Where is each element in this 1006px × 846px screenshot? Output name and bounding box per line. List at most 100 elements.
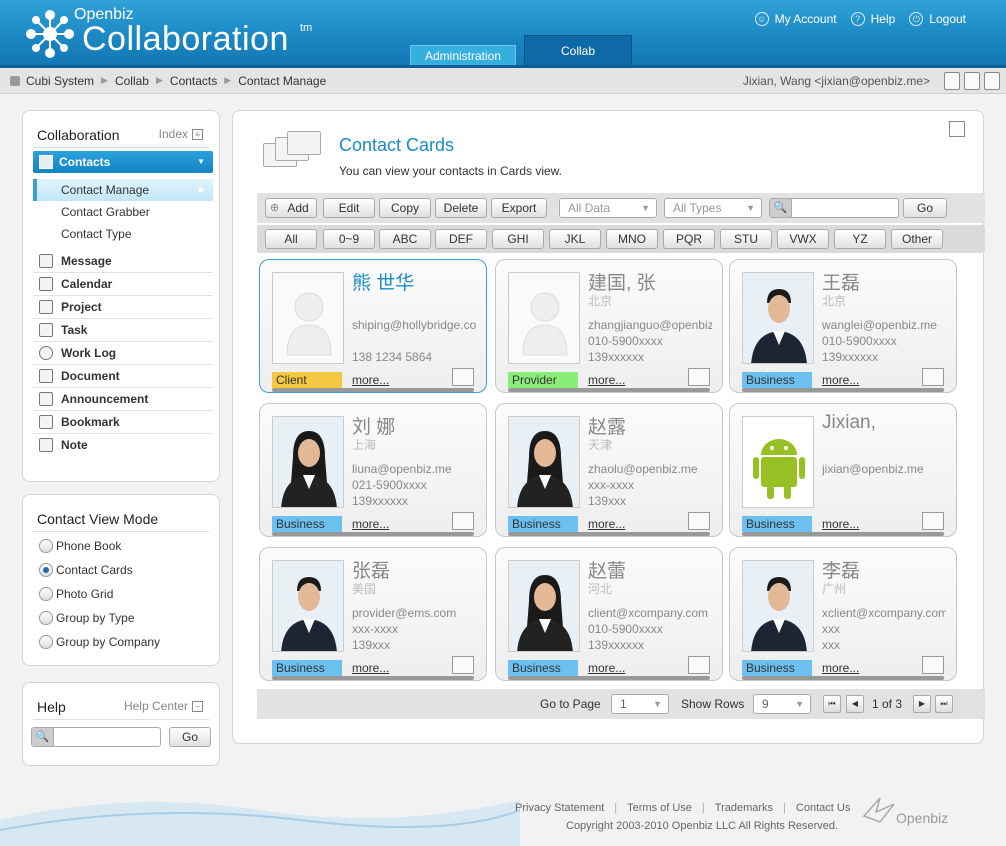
alpha-filter-other[interactable]: Other bbox=[891, 229, 943, 249]
vcard-icon[interactable] bbox=[452, 512, 474, 530]
message-icon[interactable] bbox=[964, 72, 980, 90]
alpha-filter-vwx[interactable]: VWX bbox=[777, 229, 829, 249]
prev-page-button[interactable]: ◀ bbox=[846, 695, 864, 713]
breadcrumb-item[interactable]: Collab bbox=[115, 74, 149, 88]
alpha-filter-yz[interactable]: YZ bbox=[834, 229, 886, 249]
sidebar-subitem-contact-grabber[interactable]: Contact Grabber bbox=[33, 201, 213, 223]
sidebar-item-announcement[interactable]: Announcement bbox=[33, 388, 213, 411]
alpha-filter-stu[interactable]: STU bbox=[720, 229, 772, 249]
view-mode-contact-cards[interactable]: Contact Cards bbox=[39, 563, 133, 577]
vcard-icon[interactable] bbox=[922, 656, 944, 674]
go-button[interactable]: Go bbox=[903, 198, 947, 218]
alpha-filter-pqr[interactable]: PQR bbox=[663, 229, 715, 249]
vcard-icon[interactable] bbox=[452, 368, 474, 386]
radio-button[interactable] bbox=[39, 635, 53, 649]
help-search-input[interactable]: 🔍 bbox=[31, 727, 161, 747]
vcard-icon[interactable] bbox=[688, 512, 710, 530]
type-filter-select[interactable]: All Types ▼ bbox=[664, 198, 762, 218]
vcard-icon[interactable] bbox=[688, 656, 710, 674]
vcard-icon[interactable] bbox=[452, 656, 474, 674]
alpha-filter-mno[interactable]: MNO bbox=[606, 229, 658, 249]
sidebar-item-project[interactable]: Project bbox=[33, 296, 213, 319]
first-page-button[interactable]: ⏮ bbox=[823, 695, 841, 713]
view-mode-phone-book[interactable]: Phone Book bbox=[39, 539, 121, 553]
help-center-link[interactable]: Help Center − bbox=[124, 699, 203, 713]
sidebar-item-task[interactable]: Task bbox=[33, 319, 213, 342]
contact-card[interactable]: 赵露 天津 zhaolu@openbiz.me xxx-xxxx 139xxx Busin… bbox=[495, 403, 723, 537]
index-link[interactable]: Index ≡ bbox=[159, 127, 203, 141]
radio-button[interactable] bbox=[39, 563, 53, 577]
more-link[interactable]: more... bbox=[588, 661, 625, 675]
rows-select[interactable]: 9 ▼ bbox=[753, 694, 811, 714]
view-mode-photo-grid[interactable]: Photo Grid bbox=[39, 587, 113, 601]
terms-link[interactable]: Terms of Use bbox=[627, 802, 692, 814]
contact-card[interactable]: 熊 世华 shiping@hollybridge.com 138 1234 5864… bbox=[259, 259, 487, 393]
alpha-filter-def[interactable]: DEF bbox=[435, 229, 487, 249]
next-page-button[interactable]: ▶ bbox=[913, 695, 931, 713]
alpha-filter-jkl[interactable]: JKL bbox=[549, 229, 601, 249]
vcard-icon[interactable] bbox=[922, 368, 944, 386]
more-link[interactable]: more... bbox=[822, 661, 859, 675]
my-account-link[interactable]: ☺ My Account bbox=[754, 12, 837, 26]
alpha-filter-abc[interactable]: ABC bbox=[379, 229, 431, 249]
more-link[interactable]: more... bbox=[822, 517, 859, 531]
sidebar-item-document[interactable]: Document bbox=[33, 365, 213, 388]
sidebar-subitem-contact-type[interactable]: Contact Type bbox=[33, 223, 213, 245]
sidebar-item-note[interactable]: Note bbox=[33, 434, 213, 457]
sidebar-item-message[interactable]: Message bbox=[33, 250, 213, 273]
more-link[interactable]: more... bbox=[352, 517, 389, 531]
contact-card[interactable]: 李磊 广州 xclient@xcompany.com xxx xxx Business mo… bbox=[729, 547, 957, 681]
trademarks-link[interactable]: Trademarks bbox=[715, 802, 773, 814]
more-link[interactable]: more... bbox=[588, 517, 625, 531]
edit-page-icon[interactable] bbox=[949, 121, 965, 137]
view-mode-group-by-type[interactable]: Group by Type bbox=[39, 611, 135, 625]
more-link[interactable]: more... bbox=[352, 661, 389, 675]
sidebar-subitem-contact-manage[interactable]: Contact Manage ▶ bbox=[33, 179, 213, 201]
logo-trademark: tm bbox=[300, 22, 313, 34]
delete-button[interactable]: Delete bbox=[435, 198, 487, 218]
alpha-filter-all[interactable]: All bbox=[265, 229, 317, 249]
radio-button[interactable] bbox=[39, 611, 53, 625]
add-button[interactable]: ⊕ Add bbox=[265, 198, 317, 218]
search-input[interactable]: 🔍 bbox=[769, 198, 899, 218]
more-link[interactable]: more... bbox=[588, 373, 625, 387]
logout-link[interactable]: ⏻ Logout bbox=[909, 12, 966, 26]
contact-card[interactable]: 王磊 北京 wanglei@openbiz.me 010-5900xxxx 139xxx… bbox=[729, 259, 957, 393]
edit-button[interactable]: Edit bbox=[323, 198, 375, 218]
copy-button[interactable]: Copy bbox=[379, 198, 431, 218]
radio-button[interactable] bbox=[39, 539, 53, 553]
vcard-icon[interactable] bbox=[922, 512, 944, 530]
help-link[interactable]: ? Help bbox=[850, 12, 895, 26]
more-link[interactable]: more... bbox=[822, 373, 859, 387]
page-select[interactable]: 1 ▼ bbox=[611, 694, 669, 714]
privacy-link[interactable]: Privacy Statement bbox=[515, 802, 604, 814]
contact-card[interactable]: 刘 娜上海 liuna@openbiz.me 021-5900xxxx 139xxxx… bbox=[259, 403, 487, 537]
contact-card[interactable]: 赵蕾 河北 client@xcompany.com 010-5900xxxx 139xx… bbox=[495, 547, 723, 681]
breadcrumb-item[interactable]: Cubi System bbox=[26, 74, 94, 88]
help-go-button[interactable]: Go bbox=[169, 727, 211, 747]
breadcrumb-item[interactable]: Contact Manage bbox=[238, 74, 326, 88]
vcard-icon[interactable] bbox=[688, 368, 710, 386]
contact-card[interactable]: 建国, 张北京 zhangjianguo@openbiz.me 010-5900xx… bbox=[495, 259, 723, 393]
export-button[interactable]: Export bbox=[491, 198, 547, 218]
breadcrumb-item[interactable]: Contacts bbox=[170, 74, 217, 88]
contact-card[interactable]: 张磊 美国 provider@ems.com xxx-xxxx 139xxx Busine… bbox=[259, 547, 487, 681]
tab-administration[interactable]: Administration bbox=[410, 45, 516, 65]
radio-button[interactable] bbox=[39, 587, 53, 601]
contact-mobile: 139xxxxxx bbox=[352, 494, 409, 508]
sidebar-item-contacts[interactable]: Contacts ▼ bbox=[33, 151, 213, 173]
sidebar-item-work-log[interactable]: Work Log bbox=[33, 342, 213, 365]
alpha-filter-ghi[interactable]: GHI bbox=[492, 229, 544, 249]
last-page-button[interactable]: ⏭ bbox=[935, 695, 953, 713]
note-edit-icon[interactable] bbox=[944, 72, 960, 90]
tab-collab[interactable]: Collab bbox=[524, 35, 632, 65]
alpha-filter-0-9[interactable]: 0~9 bbox=[323, 229, 375, 249]
sidebar-item-calendar[interactable]: Calendar bbox=[33, 273, 213, 296]
data-filter-select[interactable]: All Data ▼ bbox=[559, 198, 657, 218]
view-mode-group-by-company[interactable]: Group by Company bbox=[39, 635, 160, 649]
contact-card[interactable]: Jixian, jixian@openbiz.me Business more... bbox=[729, 403, 957, 537]
qr-code-icon[interactable] bbox=[984, 72, 1000, 90]
more-link[interactable]: more... bbox=[352, 373, 389, 387]
contact-us-link[interactable]: Contact Us bbox=[796, 802, 850, 814]
sidebar-item-bookmark[interactable]: Bookmark bbox=[33, 411, 213, 434]
